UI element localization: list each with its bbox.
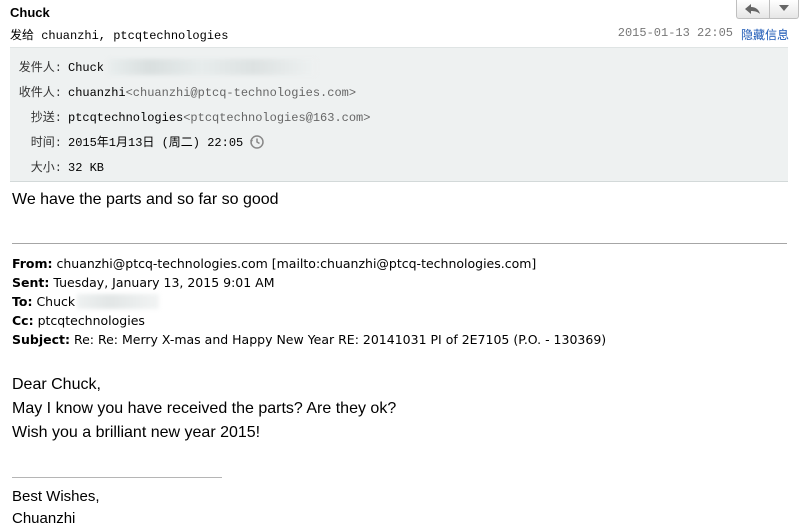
cc-address: <ptcqtechnologies@163.com>: [183, 111, 371, 125]
quoted-sent: Sent: Tuesday, January 13, 2015 9:01 AM: [12, 275, 275, 290]
quoted-to: To: Chuck: [12, 294, 160, 309]
time-value: 2015年1月13日 (周二) 22:05: [68, 136, 244, 150]
reply-button[interactable]: [736, 0, 770, 19]
detail-to-row: 收件人: chuanzhi<chuanzhi@ptcq-technologies.…: [10, 83, 356, 100]
redacted-address: [108, 59, 317, 75]
more-actions-button[interactable]: [769, 0, 799, 19]
quoted-subject-label: Subject:: [12, 332, 70, 347]
from-label: 发件人:: [18, 61, 62, 75]
greeting: Dear Chuck,: [12, 376, 101, 393]
quoted-to-label: To:: [12, 294, 33, 309]
signature-name: Chuanzhi: [12, 510, 76, 527]
quoted-sent-label: Sent:: [12, 275, 50, 290]
quoted-from-label: From:: [12, 256, 53, 271]
quoted-from-value: chuanzhi@ptcq-technologies.com [mailto:c…: [56, 256, 537, 271]
detail-size-row: 大小: 32 KB: [10, 158, 104, 175]
quoted-cc-label: Cc:: [12, 313, 34, 328]
cc-label: 抄送:: [30, 111, 62, 125]
to-name[interactable]: chuanzhi: [68, 86, 126, 100]
hide-details-link[interactable]: 隐藏信息: [741, 26, 789, 43]
quoted-cc-value: ptcqtechnologies: [37, 313, 145, 328]
chevron-down-icon: [779, 5, 789, 11]
body-line-2: Wish you a brilliant new year 2015!: [12, 424, 261, 441]
quoted-from: From: chuanzhi@ptcq-technologies.com [ma…: [12, 256, 536, 271]
quoted-subject-value: Re: Re: Merry X-mas and Happy New Year R…: [73, 332, 607, 347]
cc-name[interactable]: ptcqtechnologies: [68, 111, 183, 125]
reply-text: We have the parts and so far so good: [12, 191, 279, 208]
sender-name[interactable]: Chuck: [10, 5, 50, 20]
size-value: 32 KB: [68, 161, 105, 175]
to-address: <chuanzhi@ptcq-technologies.com>: [125, 86, 357, 100]
size-label: 大小:: [30, 161, 62, 175]
quoted-sent-value: Tuesday, January 13, 2015 9:01 AM: [53, 275, 275, 290]
reply-icon: [745, 4, 760, 14]
clock-icon[interactable]: [249, 134, 265, 154]
detail-cc-row: 抄送: ptcqtechnologies<ptcqtechnologies@163…: [10, 108, 371, 125]
quote-divider: [12, 243, 787, 244]
signoff: Best Wishes,: [12, 488, 100, 505]
quoted-cc: Cc: ptcqtechnologies: [12, 313, 145, 328]
detail-from-row: 发件人: Chuck: [10, 58, 317, 75]
body-line-1: May I know you have received the parts? …: [12, 400, 397, 417]
email-date: 2015-01-13 22:05: [617, 26, 733, 40]
detail-time-row: 时间: 2015年1月13日 (周二) 22:05: [10, 133, 265, 154]
from-value[interactable]: Chuck: [68, 61, 104, 75]
email-details-panel: 发件人: Chuck 收件人: chuanzhi<chuanzhi@ptcq-tec…: [10, 47, 788, 182]
time-label: 时间:: [30, 136, 62, 150]
quoted-subject: Subject: Re: Re: Merry X-mas and Happy N…: [12, 332, 606, 347]
signature-divider: [12, 477, 222, 478]
quoted-to-value: Chuck: [36, 294, 76, 309]
to-label: 收件人:: [18, 86, 62, 100]
recipients-summary: 发给 chuanzhi, ptcqtechnologies: [10, 29, 229, 43]
redacted-name: [77, 294, 160, 309]
